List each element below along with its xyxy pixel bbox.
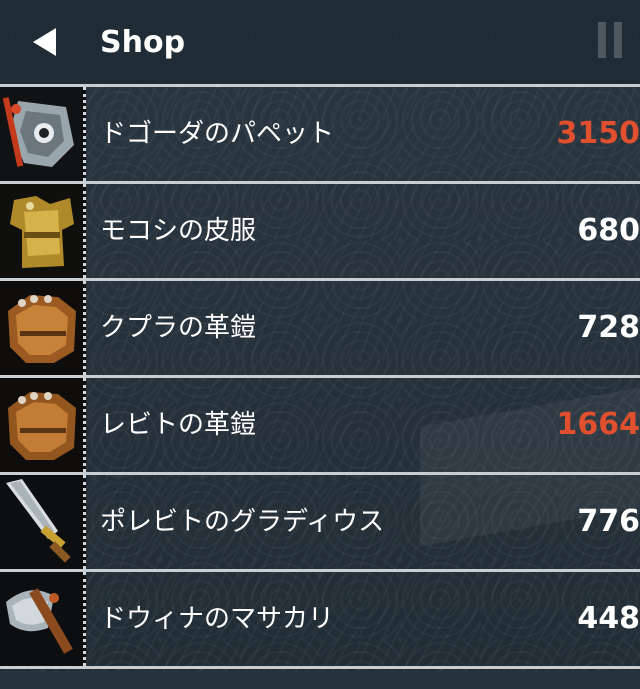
item-price: 680 bbox=[577, 184, 640, 278]
item-price: 1664 bbox=[557, 378, 640, 472]
item-name: モコシの皮服 bbox=[100, 184, 256, 278]
item-name: ドゴーダのパペット bbox=[100, 87, 334, 181]
shop-item-row-partial[interactable] bbox=[0, 666, 640, 689]
shop-item-row[interactable]: ドゴーダのパペット 3150 bbox=[0, 84, 640, 181]
page-title: Shop bbox=[100, 22, 185, 64]
pause-button[interactable] bbox=[590, 14, 630, 66]
gladius-icon bbox=[0, 475, 86, 569]
item-name: レビトの革鎧 bbox=[100, 378, 256, 472]
shop-item-row[interactable]: クプラの革鎧 728 bbox=[0, 278, 640, 375]
leather-armor-icon bbox=[0, 378, 86, 472]
shop-item-row[interactable]: ポレビトのグラディウス 776 bbox=[0, 472, 640, 569]
shop-item-list: ドゴーダのパペット 3150 モコシの皮服 680 bbox=[0, 84, 640, 689]
item-name: クプラの革鎧 bbox=[100, 281, 256, 375]
item-name: ドウィナのマサカリ bbox=[100, 572, 334, 666]
item-price: 448 bbox=[577, 572, 640, 666]
axe-icon bbox=[0, 572, 86, 666]
back-arrow-icon bbox=[28, 25, 62, 59]
shop-item-row[interactable]: レビトの革鎧 1664 bbox=[0, 375, 640, 472]
item-price: 3150 bbox=[557, 87, 640, 181]
leather-clothes-icon bbox=[0, 184, 86, 278]
item-price: 728 bbox=[577, 281, 640, 375]
shop-header: Shop bbox=[0, 0, 640, 84]
shop-item-row[interactable]: モコシの皮服 680 bbox=[0, 181, 640, 278]
leather-armor-icon bbox=[0, 281, 86, 375]
puppet-icon bbox=[0, 87, 86, 181]
item-name: ポレビトのグラディウス bbox=[100, 475, 384, 569]
back-button[interactable] bbox=[20, 22, 70, 62]
shop-item-row[interactable]: ドウィナのマサカリ 448 bbox=[0, 569, 640, 666]
pause-icon bbox=[598, 22, 606, 58]
item-price: 776 bbox=[577, 475, 640, 569]
